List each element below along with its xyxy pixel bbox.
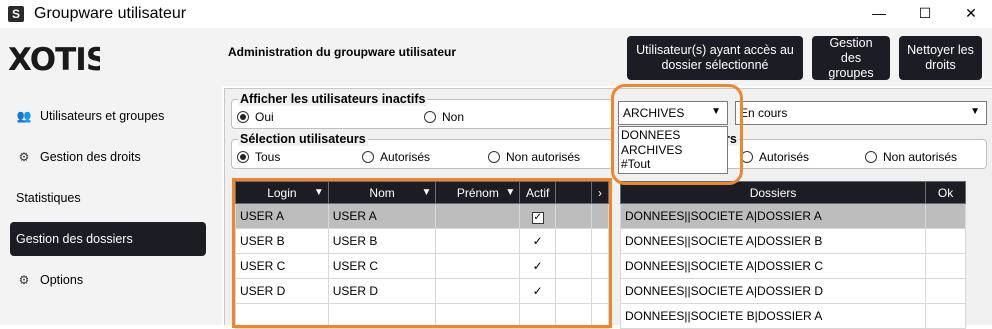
page-title: Administration du groupware utilisateur bbox=[228, 45, 457, 59]
radio-label: Non bbox=[442, 110, 465, 124]
sidebar-item-label: Statistiques bbox=[16, 191, 81, 205]
button-label-line1: Nettoyer les bbox=[907, 43, 974, 57]
content-area: Afficher les utilisateurs inactifs Oui N… bbox=[224, 84, 992, 329]
folders-table: Dossiers Ok DONNEES||SOCIETE A|DOSSIER A… bbox=[619, 181, 966, 329]
radio-label: Autorisés bbox=[759, 150, 810, 164]
radio-non-autorises[interactable]: Non autorisés bbox=[488, 150, 580, 164]
button-label-line2: droits bbox=[925, 58, 956, 72]
title-bar: S Groupware utilisateur — ☐ ✕ bbox=[0, 0, 992, 28]
sidebar-item-statistics[interactable]: Statistiques bbox=[10, 181, 206, 215]
clean-rights-button[interactable]: Nettoyer les droits bbox=[899, 36, 982, 80]
cell-dossier: DONNEES||SOCIETE A|DOSSIER A bbox=[619, 203, 927, 229]
table-row[interactable]: DONNEES||SOCIETE A|DOSSIER A bbox=[619, 203, 966, 229]
group-legend: Afficher les utilisateurs inactifs bbox=[238, 92, 428, 106]
cell-dossier: DONNEES||SOCIETE A|DOSSIER C bbox=[619, 253, 927, 279]
cell-ok[interactable] bbox=[925, 278, 966, 304]
button-label-line2: dossier sélectionné bbox=[661, 58, 769, 72]
radio-dot bbox=[488, 151, 500, 163]
group-legend: Sélection utilisateurs bbox=[238, 132, 368, 146]
xotis-logo: XOTIS bbox=[8, 42, 100, 76]
table-row[interactable]: DONNEES||SOCIETE A|DOSSIER B bbox=[619, 228, 966, 254]
highlight-outline bbox=[232, 178, 612, 328]
sidebar-item-label: Options bbox=[40, 273, 84, 287]
sidebar: XOTIS 👥 Utilisateurs et groupes ⚙ Gestio… bbox=[0, 28, 222, 325]
radio-autorises[interactable]: Autorisés bbox=[362, 150, 430, 164]
button-label-line2: groupes bbox=[828, 65, 874, 80]
svg-text:XOTIS: XOTIS bbox=[8, 42, 100, 76]
sidebar-item-rights[interactable]: ⚙ Gestion des droits bbox=[10, 140, 206, 174]
radio-label: Tous bbox=[255, 150, 281, 164]
radio-folders-non-autorises[interactable]: Non autorisés bbox=[865, 150, 957, 164]
select-value: En cours bbox=[740, 106, 788, 120]
radio-dot bbox=[424, 111, 436, 123]
dropdown-arrow-icon: ▼ bbox=[970, 106, 980, 117]
radio-oui[interactable]: Oui bbox=[237, 110, 274, 124]
column-header-ok[interactable]: Ok bbox=[925, 181, 966, 204]
sidebar-item-options[interactable]: ⚙ Options bbox=[10, 263, 206, 297]
radio-dot bbox=[237, 151, 249, 163]
close-button[interactable]: ✕ bbox=[948, 0, 992, 26]
table-row[interactable]: DONNEES||SOCIETE A|DOSSIER D bbox=[619, 278, 966, 304]
gear-icon: ⚙ bbox=[18, 150, 30, 164]
button-label-line1: Gestion des bbox=[829, 35, 873, 65]
radio-dot bbox=[865, 151, 877, 163]
window-title: Groupware utilisateur bbox=[34, 5, 187, 22]
minimize-button[interactable]: — bbox=[856, 0, 902, 26]
radio-folders-autorises[interactable]: Autorisés bbox=[741, 150, 809, 164]
cell-dossier: DONNEES||SOCIETE A|DOSSIER B bbox=[619, 228, 927, 254]
sidebar-item-label: Gestion des droits bbox=[40, 150, 141, 164]
gear-icon: ⚙ bbox=[18, 273, 30, 287]
radio-tous[interactable]: Tous bbox=[237, 150, 280, 164]
radio-non[interactable]: Non bbox=[424, 110, 464, 124]
user-selection-group: Sélection utilisateurs Tous Autorisés No… bbox=[231, 132, 613, 169]
manage-groups-button[interactable]: Gestion des groupes bbox=[812, 36, 890, 80]
cell-ok[interactable] bbox=[925, 228, 966, 254]
table-row[interactable]: DONNEES||SOCIETE A|DOSSIER C bbox=[619, 253, 966, 279]
radio-dot bbox=[362, 151, 374, 163]
highlight-outline bbox=[611, 84, 743, 185]
cell-dossier: DONNEES||SOCIETE A|DOSSIER D bbox=[619, 278, 927, 304]
sidebar-item-folders[interactable]: Gestion des dossiers bbox=[10, 222, 206, 256]
sidebar-item-users-groups[interactable]: 👥 Utilisateurs et groupes bbox=[10, 99, 206, 133]
radio-label: Non autorisés bbox=[506, 150, 581, 164]
users-with-access-button[interactable]: Utilisateur(s) ayant accès au dossier sél… bbox=[627, 36, 803, 80]
sidebar-item-label: Utilisateurs et groupes bbox=[40, 109, 165, 123]
app-icon: S bbox=[8, 6, 24, 22]
maximize-button[interactable]: ☐ bbox=[902, 0, 948, 26]
sidebar-item-label: Gestion des dossiers bbox=[16, 232, 133, 246]
button-label-line1: Utilisateur(s) ayant accès au bbox=[636, 43, 794, 57]
users-icon: 👥 bbox=[16, 109, 32, 123]
radio-label: Oui bbox=[255, 110, 274, 124]
header: Administration du groupware utilisateur … bbox=[222, 28, 992, 86]
status-select[interactable]: En cours ▼ bbox=[735, 101, 987, 125]
radio-dot bbox=[237, 111, 249, 123]
cell-ok[interactable] bbox=[925, 253, 966, 279]
radio-label: Non autorisés bbox=[883, 150, 958, 164]
inactive-users-group: Afficher les utilisateurs inactifs Oui N… bbox=[231, 92, 613, 129]
radio-label: Autorisés bbox=[380, 150, 431, 164]
cell-ok[interactable] bbox=[925, 203, 966, 229]
